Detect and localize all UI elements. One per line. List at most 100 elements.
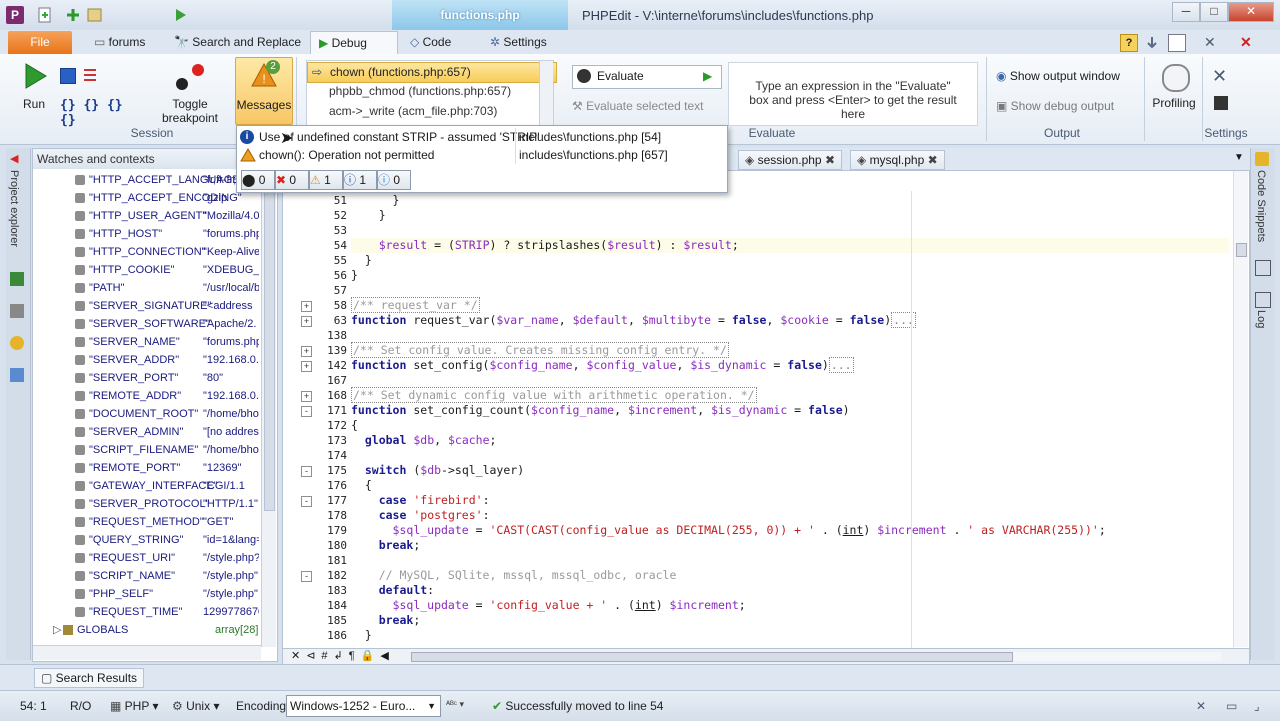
run-quick-icon[interactable] (172, 6, 190, 24)
code-line[interactable]: } (351, 193, 400, 208)
toggle-breakpoint-label[interactable]: Toggle breakpoint (150, 97, 230, 125)
scrollbar-thumb[interactable] (411, 652, 1013, 662)
editor-tab-mysql[interactable]: ◈ mysql.php ✖ (850, 150, 945, 170)
language-selector[interactable]: ▦ PHP ▾ (110, 699, 159, 713)
collapsed-marker[interactable]: ... (828, 357, 854, 373)
stop-icon[interactable] (60, 68, 76, 84)
code-line[interactable]: function set_config_count($config_name, … (351, 403, 850, 418)
tab-forums[interactable]: ▭ forums (86, 31, 153, 54)
tab-file[interactable]: File (8, 31, 72, 54)
watch-row[interactable]: "REMOTE_PORT" "12369" (33, 459, 259, 477)
status-dock-icon[interactable]: ▭ (1226, 699, 1237, 713)
watch-row[interactable]: "HTTP_USER_AGENT" "Mozilla/4.0 (33, 207, 259, 225)
log-tab[interactable]: Log (1255, 310, 1267, 328)
search-results-tab[interactable]: ▢ Search Results (34, 668, 145, 688)
run-icon[interactable] (22, 62, 48, 90)
watch-row[interactable]: "SERVER_SIGNATURE" "<address (33, 297, 259, 315)
add-icon[interactable] (64, 6, 82, 24)
dock-icon[interactable] (10, 304, 24, 318)
scrollbar-thumb[interactable] (1236, 243, 1247, 257)
evaluate-input[interactable]: Evaluate ▶ (572, 65, 722, 89)
breakpoint-icon[interactable] (172, 62, 208, 92)
watch-row[interactable]: "SERVER_SOFTWARE" "Apache/2. (33, 315, 259, 333)
code-editor[interactable]: 51 } 52 } 53 54 $result = (STRIP) ? stripsl… (282, 170, 1250, 650)
watch-row[interactable]: "REQUEST_METHOD" "GET" (33, 513, 259, 531)
code-line[interactable]: $result = (STRIP) ? stripslashes($result… (351, 238, 1229, 253)
call-stack-list[interactable]: ⇨ chown (functions.php:657) phpbb_chmod (… (306, 60, 557, 128)
settings-tools-icon[interactable]: ✕ (1212, 66, 1227, 87)
watch-row[interactable]: "HTTP_COOKIE" "XDEBUG_SESSIO (33, 261, 259, 279)
fold-toggle-icon[interactable]: + (301, 301, 312, 312)
dock-icon[interactable] (10, 336, 24, 350)
code-snippets-tab[interactable]: Code Snippets (1255, 170, 1267, 242)
editor-horizontal-scrollbar[interactable] (411, 652, 1221, 662)
call-stack-item[interactable]: phpbb_chmod (functions.php:657) (307, 82, 555, 101)
list-icon[interactable] (82, 66, 104, 84)
code-line[interactable]: case 'postgres': (351, 508, 490, 523)
run-button-label[interactable]: Run (14, 97, 54, 111)
step-icons[interactable]: {} {} {} {} (60, 98, 144, 128)
collapsed-marker[interactable]: ... (891, 312, 916, 328)
code-line[interactable]: $sql_update = 'config_value + ' . (int) … (351, 598, 746, 613)
abc-icon[interactable]: ᴬᴮᶜ ▾ (446, 699, 464, 710)
filter-warnings[interactable]: ⚠ 1 (309, 170, 343, 190)
watch-row[interactable]: "SERVER_NAME" "forums.phpedit. (33, 333, 259, 351)
expand-icon[interactable]: ▷ (53, 621, 61, 639)
minimize-button[interactable]: ─ (1172, 2, 1200, 22)
fold-toggle-icon[interactable]: - (301, 466, 312, 477)
watches-vertical-scrollbar[interactable] (261, 169, 276, 647)
code-line[interactable]: function set_config($config_name, $confi… (351, 357, 854, 373)
filter-info[interactable]: ⓘ 0 (377, 170, 411, 190)
code-line[interactable]: /** Set dynamic config value with arithm… (351, 387, 757, 403)
filter-errors-fatal[interactable]: ⬤ 0 (241, 170, 275, 190)
code-line[interactable]: break; (351, 613, 421, 628)
code-line[interactable]: case 'firebird': (351, 493, 490, 508)
code-line[interactable]: break; (351, 538, 421, 553)
fold-toggle-icon[interactable]: - (301, 571, 312, 582)
new-file-icon[interactable] (36, 6, 54, 24)
watch-row[interactable]: "HTTP_ACCEPT_LANGUAGE" "fr,fr-fr;q (33, 171, 259, 189)
watch-row[interactable]: "SCRIPT_FILENAME" "/home/bhofi (33, 441, 259, 459)
fold-toggle-icon[interactable]: + (301, 316, 312, 327)
watch-row[interactable]: "SERVER_ADDR" "192.168.0.12" (33, 351, 259, 369)
dock-icon[interactable] (10, 368, 24, 382)
tabs-dropdown-icon[interactable]: ▼ (1234, 152, 1244, 163)
code-line[interactable]: { (351, 418, 358, 433)
arrow-icon[interactable] (1144, 34, 1160, 50)
evaluate-run-icon[interactable]: ▶ (703, 69, 712, 83)
code-line[interactable]: } (351, 253, 372, 268)
code-line[interactable]: default: (351, 583, 434, 598)
fold-toggle-icon[interactable]: - (301, 496, 312, 507)
editor-vertical-scrollbar[interactable] (1233, 171, 1248, 647)
show-debug-output[interactable]: ▣ Show debug output (996, 99, 1114, 113)
code-line[interactable]: { (351, 478, 372, 493)
message-row[interactable]: chown(): Operation not permitted include… (237, 146, 725, 164)
dock-icon[interactable] (1255, 260, 1271, 276)
editor-tab-session[interactable]: ◈ session.php ✖ (738, 150, 843, 170)
watch-row[interactable]: "HTTP_CONNECTION" "Keep-Alive (33, 243, 259, 261)
call-stack-item[interactable]: ⇨ chown (functions.php:657) (307, 62, 557, 83)
collapse-icon[interactable]: ◀ (10, 152, 18, 165)
code-line[interactable]: } (351, 268, 358, 283)
profiling-icon[interactable] (1162, 64, 1190, 92)
tab-settings[interactable]: ✲ Settings (482, 31, 555, 54)
watch-row[interactable]: "QUERY_STRING" "id=1&lang=en& (33, 531, 259, 549)
code-line[interactable]: } (351, 208, 386, 223)
settings-panel-icon[interactable] (1214, 96, 1228, 110)
fold-toggle-icon[interactable]: + (301, 346, 312, 357)
profiling-button-label[interactable]: Profiling (1150, 96, 1198, 110)
scrollbar-thumb[interactable] (264, 189, 275, 511)
tab-search-and-replace[interactable]: 🔭 Search and Replace (166, 31, 309, 54)
fold-toggle-icon[interactable]: + (301, 391, 312, 402)
messages-button[interactable]: ! 2 Messages (235, 57, 293, 125)
watch-row[interactable]: "SERVER_PROTOCOL" "HTTP/1.1" (33, 495, 259, 513)
project-explorer-tab[interactable]: Project explorer (8, 170, 20, 247)
read-only-indicator[interactable]: R/O (70, 699, 91, 713)
watch-row[interactable]: "DOCUMENT_ROOT" "/home/bhofi (33, 405, 259, 423)
call-stack-item[interactable]: acm->_write (acm_file.php:703) (307, 102, 555, 121)
watch-row[interactable]: "SERVER_ADMIN" "[no address giv (33, 423, 259, 441)
dock-icon[interactable] (10, 272, 24, 286)
tools-icon[interactable]: ✕ (1204, 34, 1224, 50)
code-line[interactable]: // MySQL, SQlite, mssql, mssql_odbc, ora… (351, 568, 677, 583)
code-line[interactable]: global $db, $cache; (351, 433, 497, 448)
